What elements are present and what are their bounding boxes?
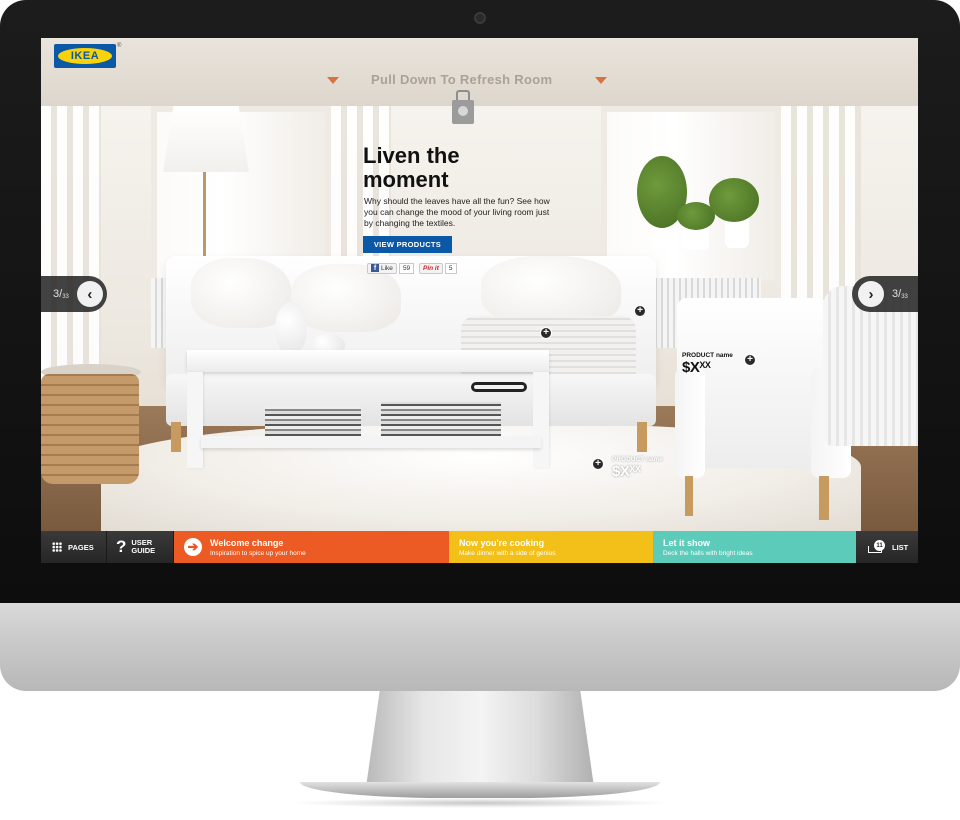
sofa-leg [171, 422, 181, 452]
plant [709, 178, 759, 222]
feature-tab-welcome-change[interactable]: ➔ Welcome change Inspiration to spice up… [174, 531, 449, 563]
sofa-leg [637, 422, 647, 452]
app-screen: IKEA ® Pull Down To Refresh Room Liven t… [41, 38, 918, 563]
feature-tab-let-it-show[interactable]: Let it show Deck the halls with bright i… [653, 531, 856, 563]
curtain-left [41, 106, 101, 406]
facebook-icon: f [371, 264, 379, 272]
floor-lamp [163, 106, 249, 172]
woven-basket [41, 374, 139, 484]
page-indicator: 3/33 [53, 287, 69, 300]
pull-down-bar[interactable]: IKEA ® Pull Down To Refresh Room [41, 38, 918, 106]
product-hotspot[interactable]: + [540, 327, 552, 339]
view-products-button[interactable]: VIEW PRODUCTS [363, 236, 452, 253]
feature-subtitle: Make dinner with a side of genius [459, 549, 556, 557]
list-button[interactable]: 11 LIST [856, 531, 918, 563]
page-indicator: 3/33 [892, 287, 908, 300]
pinterest-widget[interactable]: Pin it 5 [419, 262, 457, 274]
facebook-like-count: 59 [398, 262, 415, 274]
hero-title: Liven the moment [363, 143, 460, 192]
bottom-navigation: PAGES ? USER GUIDE ➔ Welcome change Inspi… [41, 531, 918, 563]
product-price: $XXX [682, 359, 711, 376]
plant-pot [725, 218, 749, 248]
pull-handle-icon[interactable] [452, 90, 474, 126]
table-leg [187, 372, 203, 468]
feature-title: Now you're cooking [459, 537, 545, 548]
facebook-like-button[interactable]: f Like [367, 262, 397, 274]
list-label: LIST [892, 542, 909, 552]
arrow-right-icon: ➔ [184, 538, 202, 556]
chevron-right-icon[interactable]: › [858, 281, 884, 307]
shopping-list-icon: 11 [868, 540, 886, 554]
feature-subtitle: Inspiration to spice up your home [210, 549, 306, 557]
facebook-like-widget[interactable]: f Like 59 [367, 262, 415, 274]
grid-icon [52, 542, 62, 552]
armchair-arm [675, 368, 705, 478]
pages-button[interactable]: PAGES [41, 531, 107, 563]
coffee-table [187, 350, 549, 372]
product-price-tag[interactable]: PRODUCT name $XXX [682, 352, 733, 377]
chevron-left-icon[interactable]: ‹ [76, 281, 103, 307]
plant-pot [653, 226, 671, 248]
webcam [474, 12, 486, 24]
armchair-leg [685, 476, 693, 516]
monitor-shadow [290, 798, 670, 808]
triangle-down-icon [327, 77, 339, 84]
list-count-badge: 11 [874, 540, 885, 551]
product-hotspot[interactable]: + [744, 354, 756, 366]
vase [275, 302, 307, 354]
product-hotspot[interactable]: + [592, 458, 604, 470]
table-shelf [201, 436, 541, 448]
table-leg [533, 372, 549, 468]
triangle-down-icon [595, 77, 607, 84]
pull-refresh-label: Pull Down To Refresh Room [371, 72, 553, 87]
logo-wordmark: IKEA [58, 48, 112, 64]
feature-subtitle: Deck the halls with bright ideas [663, 549, 753, 557]
user-guide-button[interactable]: ? USER GUIDE [107, 531, 174, 563]
eyeglasses [471, 382, 527, 392]
previous-page-control[interactable]: 3/33 ‹ [41, 276, 107, 312]
cushion [291, 264, 401, 332]
feature-tab-now-youre-cooking[interactable]: Now you're cooking Make dinner with a si… [449, 531, 653, 563]
hero-description: Why should the leaves have all the fun? … [364, 196, 550, 228]
monitor-stand [366, 691, 594, 787]
user-guide-label: USER GUIDE [131, 538, 156, 555]
product-name: PRODUCT name [612, 456, 663, 463]
book-stack [381, 402, 501, 436]
pages-label: PAGES [68, 542, 94, 552]
feature-title: Welcome change [210, 537, 284, 548]
feature-title: Let it show [663, 537, 710, 548]
product-price: $XXX [612, 463, 641, 480]
pinterest-button[interactable]: Pin it [419, 262, 443, 274]
book-stack [265, 406, 361, 436]
monitor-base [300, 782, 660, 798]
product-hotspot[interactable]: + [634, 305, 646, 317]
facebook-like-label: Like [381, 264, 393, 272]
pinterest-count: 5 [444, 262, 457, 274]
registered-mark: ® [117, 43, 122, 49]
ikea-logo[interactable]: IKEA [54, 44, 116, 68]
question-icon: ? [116, 537, 127, 556]
armchair-leg [819, 476, 829, 520]
monitor-chin [0, 603, 960, 691]
product-name: PRODUCT name [682, 352, 733, 359]
pinterest-icon: Pin it [423, 264, 439, 272]
next-page-control[interactable]: › 3/33 [852, 276, 918, 312]
product-price-tag[interactable]: PRODUCT name $XXX [612, 456, 663, 481]
